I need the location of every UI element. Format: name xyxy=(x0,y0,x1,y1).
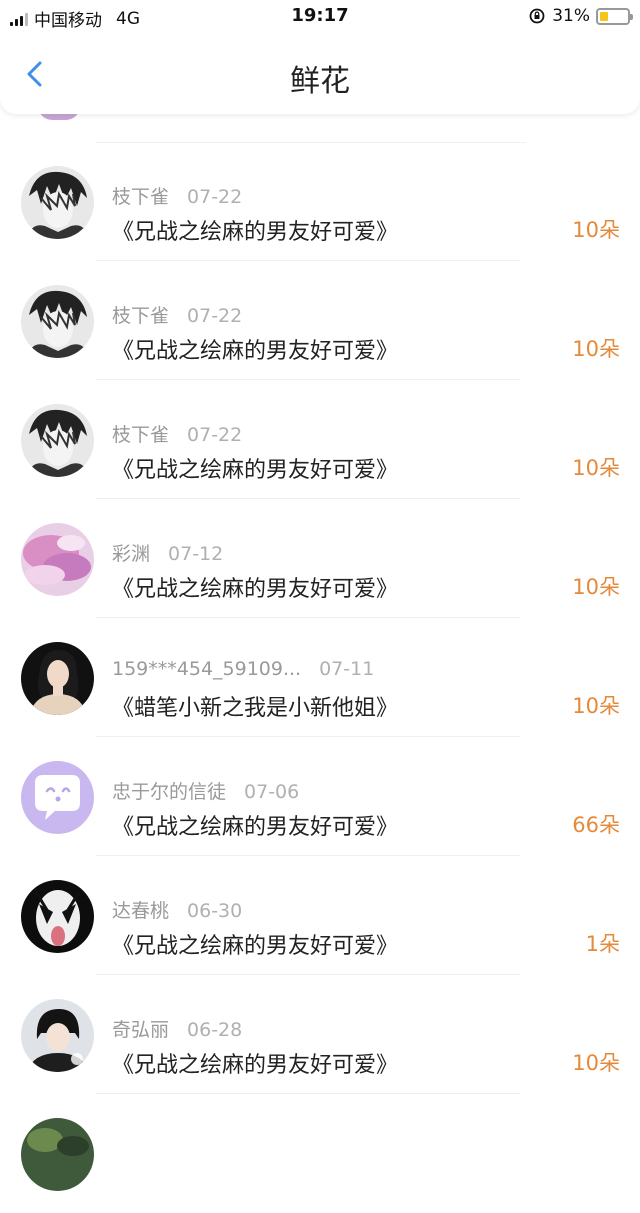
battery-icon xyxy=(596,7,633,25)
sender-line: 忠于尔的信徒 07-06 xyxy=(112,777,299,804)
nav-bar: 鲜花 xyxy=(0,34,640,114)
sender-line: 奇弘丽 06-28 xyxy=(112,1015,242,1042)
sender-line: 枝下雀 07-22 xyxy=(112,420,242,447)
avatar[interactable] xyxy=(21,999,94,1072)
gift-date: 06-30 xyxy=(187,900,243,922)
sender-line: 达春桃 06-30 xyxy=(112,896,242,923)
book-title[interactable]: 《兄战之绘麻的男友好可爱》 xyxy=(112,571,398,603)
sender-name: 达春桃 xyxy=(112,900,170,922)
book-title[interactable]: 《兄战之绘麻的男友好可爱》 xyxy=(112,452,398,484)
flower-count: 10朵 xyxy=(572,575,620,599)
book-title[interactable]: 《兄战之绘麻的男友好可爱》 xyxy=(112,333,398,365)
avatar[interactable] xyxy=(21,1118,94,1191)
flower-count: 10朵 xyxy=(572,218,620,242)
list-item[interactable]: 枝下雀 07-22 《兄战之绘麻的男友好可爱》 10朵 xyxy=(0,380,640,499)
sender-line: 枝下雀 07-22 xyxy=(112,301,242,328)
page-title: 鲜花 xyxy=(290,64,350,99)
avatar[interactable] xyxy=(21,880,94,953)
sender-line: 彩渊 07-12 xyxy=(112,539,223,566)
avatar[interactable] xyxy=(21,761,94,834)
rotation-lock-icon xyxy=(529,8,545,24)
flower-count: 10朵 xyxy=(572,694,620,718)
list-item[interactable] xyxy=(0,1094,640,1213)
battery-percent: 31% xyxy=(552,6,590,26)
gift-date: 07-11 xyxy=(319,658,375,680)
list-item[interactable]: 奇弘丽 06-28 《兄战之绘麻的男友好可爱》 10朵 xyxy=(0,975,640,1094)
sender-line: 159***454_59109... 07-11 xyxy=(112,658,374,680)
book-title[interactable]: 《兄战之绘麻的男友好可爱》 xyxy=(112,214,398,246)
flower-count: 1朵 xyxy=(585,932,620,956)
sender-name: 奇弘丽 xyxy=(112,1019,170,1041)
list-item[interactable]: 忠于尔的信徒 07-06 《兄战之绘麻的男友好可爱》 66朵 xyxy=(0,737,640,856)
gift-date: 07-22 xyxy=(187,186,243,208)
avatar[interactable] xyxy=(21,523,94,596)
book-title[interactable]: 《蜡笔小新之我是小新他姐》 xyxy=(112,690,398,722)
status-bar: 中国移动 4G 19:17 31% xyxy=(0,0,640,34)
sender-name: 159***454_59109... xyxy=(112,658,302,680)
avatar[interactable] xyxy=(21,642,94,715)
list-item[interactable]: 枝下雀 07-22 《兄战之绘麻的男友好可爱》 10朵 xyxy=(0,142,640,261)
list-item[interactable]: 达春桃 06-30 《兄战之绘麻的男友好可爱》 1朵 xyxy=(0,856,640,975)
sender-name: 枝下雀 xyxy=(112,186,170,208)
list-item[interactable]: 彩渊 07-12 《兄战之绘麻的男友好可爱》 10朵 xyxy=(0,499,640,618)
flower-count: 10朵 xyxy=(572,1051,620,1075)
gift-date: 07-22 xyxy=(187,305,243,327)
book-title[interactable]: 《兄战之绘麻的男友好可爱》 xyxy=(112,1047,398,1079)
avatar[interactable] xyxy=(21,285,94,358)
book-title[interactable]: 《兄战之绘麻的男友好可爱》 xyxy=(112,809,398,841)
flower-count: 10朵 xyxy=(572,337,620,361)
book-title[interactable]: 《兄战之绘麻的男友好可爱》 xyxy=(112,928,398,960)
gift-date: 06-28 xyxy=(187,1019,243,1041)
list-item[interactable]: 159***454_59109... 07-11 《蜡笔小新之我是小新他姐》 10… xyxy=(0,618,640,737)
sender-name: 彩渊 xyxy=(112,543,151,565)
battery-level xyxy=(600,11,608,21)
gift-date: 07-06 xyxy=(244,781,300,803)
gift-date: 07-22 xyxy=(187,424,243,446)
avatar[interactable] xyxy=(21,404,94,477)
sender-name: 枝下雀 xyxy=(112,305,170,327)
sender-name: 忠于尔的信徒 xyxy=(112,781,227,803)
flower-count: 10朵 xyxy=(572,456,620,480)
sender-line: 枝下雀 07-22 xyxy=(112,182,242,209)
battery-info: 31% xyxy=(528,6,633,26)
list-item[interactable]: 枝下雀 07-22 《兄战之绘麻的男友好可爱》 10朵 xyxy=(0,261,640,380)
flower-count: 66朵 xyxy=(572,813,620,837)
avatar[interactable] xyxy=(21,166,94,239)
gift-date: 07-12 xyxy=(168,543,224,565)
sender-name: 枝下雀 xyxy=(112,424,170,446)
